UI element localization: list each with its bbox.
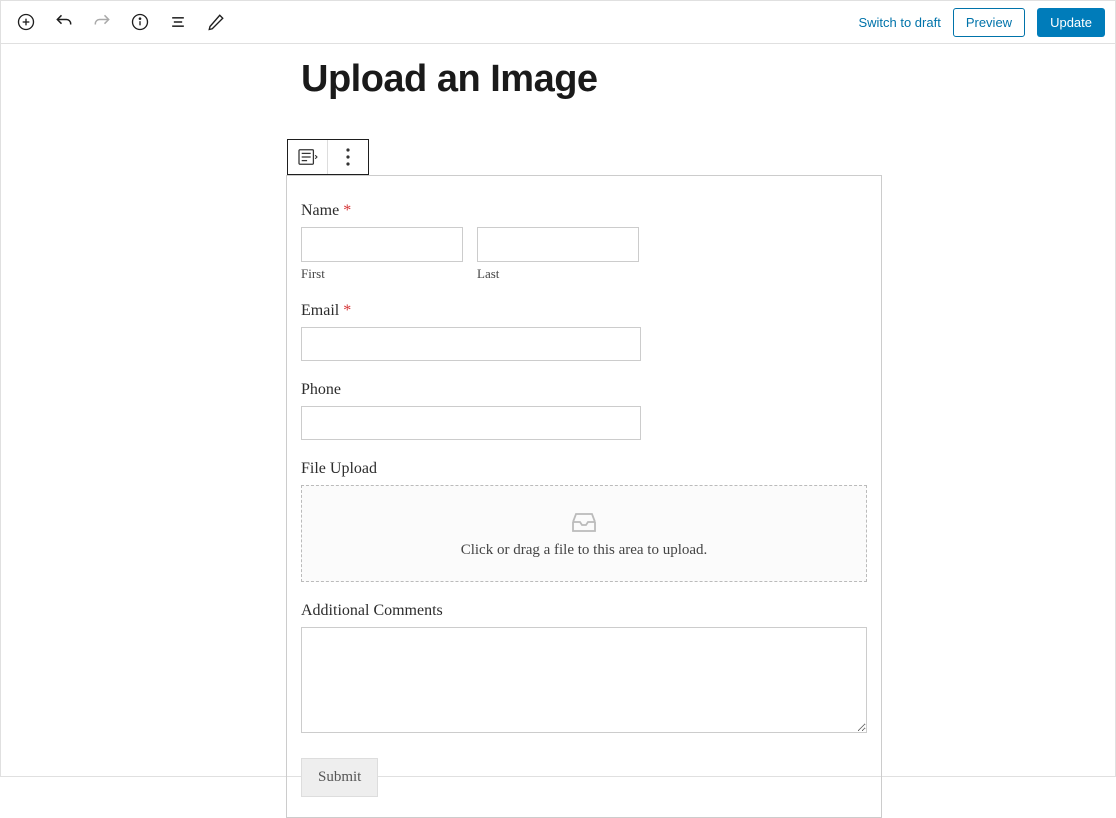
submit-button[interactable]: Submit (301, 758, 378, 797)
upload-hint-text: Click or drag a file to this area to upl… (312, 542, 856, 559)
editor-canvas: Upload an Image Name * First (0, 44, 1116, 777)
toolbar-left (11, 12, 226, 32)
form-block[interactable]: Name * First Last Email * Phone (286, 175, 882, 818)
add-block-icon[interactable] (16, 12, 36, 32)
file-upload-dropzone[interactable]: Click or drag a file to this area to upl… (301, 485, 867, 582)
preview-button[interactable]: Preview (953, 8, 1025, 37)
comments-textarea[interactable] (301, 627, 867, 733)
update-button[interactable]: Update (1037, 8, 1105, 37)
switch-to-draft-button[interactable]: Switch to draft (858, 15, 940, 30)
comments-field: Additional Comments (301, 602, 867, 738)
first-name-input[interactable] (301, 227, 463, 262)
required-marker: * (343, 302, 351, 319)
more-options-icon[interactable] (328, 140, 368, 174)
last-name-input[interactable] (477, 227, 639, 262)
first-name-sublabel: First (301, 266, 463, 282)
outline-icon[interactable] (168, 12, 188, 32)
block-toolbar (287, 139, 369, 175)
form-block-wrapper: Name * First Last Email * Phone (286, 139, 882, 818)
info-icon[interactable] (130, 12, 150, 32)
toolbar-right: Switch to draft Preview Update (858, 8, 1105, 37)
upload-icon (570, 510, 598, 534)
page-title[interactable]: Upload an Image (301, 58, 1115, 101)
name-field: Name * First Last (301, 202, 867, 282)
file-upload-field: File Upload Click or drag a file to this… (301, 460, 867, 582)
email-field: Email * (301, 302, 867, 361)
comments-label: Additional Comments (301, 602, 867, 620)
undo-icon[interactable] (54, 12, 74, 32)
editor-toolbar: Switch to draft Preview Update (0, 0, 1116, 44)
edit-icon[interactable] (206, 12, 226, 32)
file-upload-label: File Upload (301, 460, 867, 478)
phone-input[interactable] (301, 406, 641, 440)
email-input[interactable] (301, 327, 641, 361)
required-marker: * (343, 202, 351, 219)
email-label: Email * (301, 302, 867, 320)
name-label: Name * (301, 202, 867, 220)
redo-icon (92, 12, 112, 32)
phone-label: Phone (301, 381, 867, 399)
last-name-sublabel: Last (477, 266, 639, 282)
block-type-icon[interactable] (288, 140, 328, 174)
phone-field: Phone (301, 381, 867, 440)
